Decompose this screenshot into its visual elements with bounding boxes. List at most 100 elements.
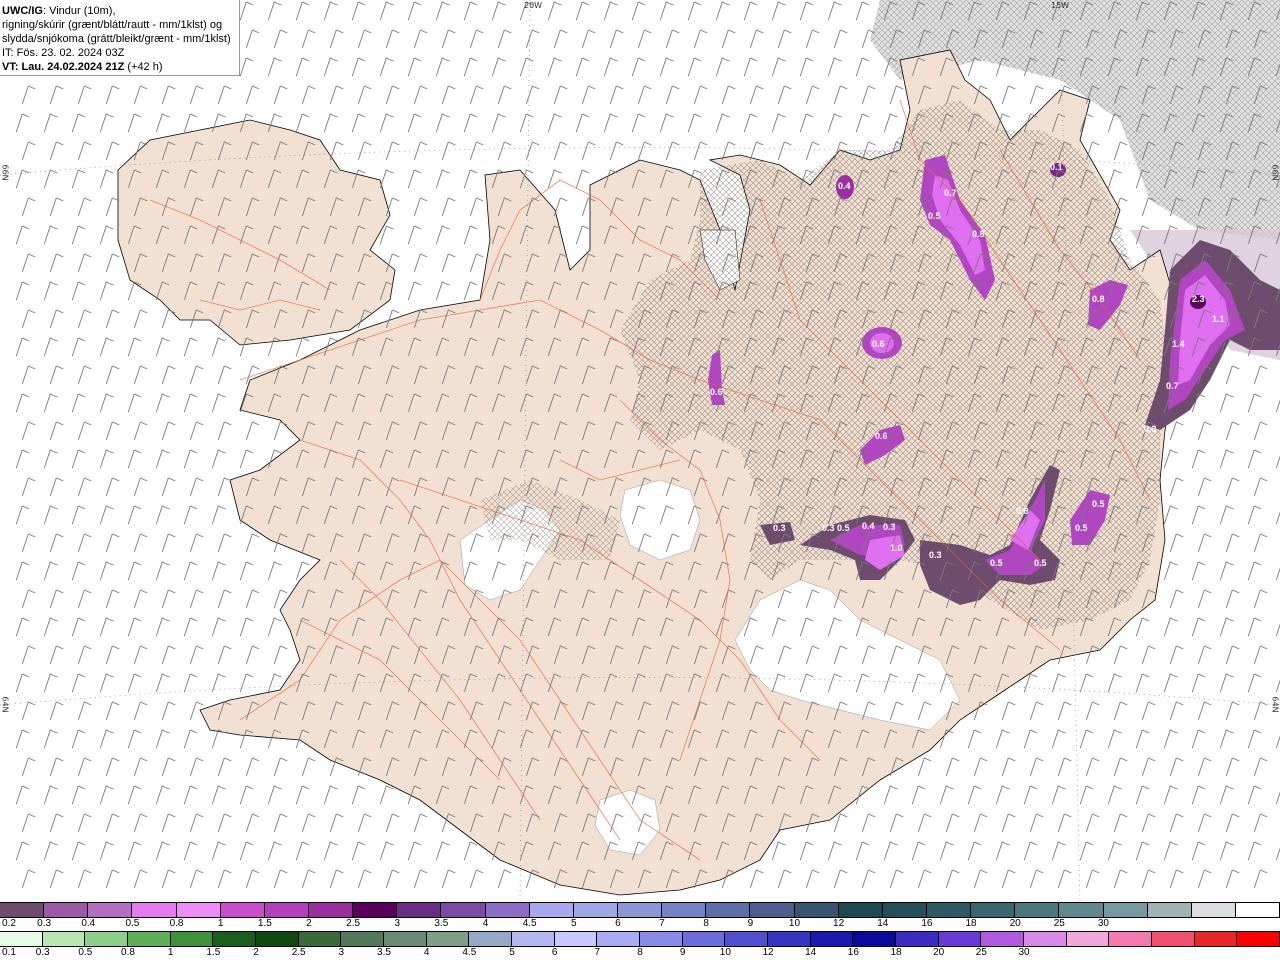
rain-scale-label: 0.5	[78, 947, 93, 958]
snow-scale-label: 8	[703, 918, 709, 929]
snow-scale-label: 0.3	[37, 918, 52, 929]
precip-label: 1.0	[890, 543, 903, 553]
snow-swatch	[573, 903, 618, 918]
precip-label: 0.7	[944, 188, 957, 198]
precip-label: 0.5	[990, 558, 1003, 568]
rain-scale-label: 30	[1018, 947, 1030, 958]
rain-scale-label: 10	[719, 947, 731, 958]
snow-swatch	[1147, 903, 1192, 918]
snow-swatch	[176, 903, 221, 918]
snow-scale-label: 25	[1053, 918, 1065, 929]
precip-label: 0.3	[773, 523, 786, 533]
rain-swatch	[938, 932, 982, 947]
snow-scale-label: 1.5	[257, 918, 272, 929]
longitude-label-20w: 20W	[524, 1, 543, 10]
rain-swatch	[725, 932, 769, 947]
snow-legend: 0.2 0.3 0.4 0.5 0.8 1 1.5 2 2.5 3 3.5 4 4.5 5 6 7 8 9 10 12…	[0, 902, 1280, 932]
snow-swatch	[441, 903, 486, 918]
rain-scale-label: 16	[847, 947, 859, 958]
snow-swatch	[529, 903, 574, 918]
rain-scale-label: 12	[762, 947, 774, 958]
rain-scale-label: 0.8	[121, 947, 135, 958]
rain-swatch	[341, 932, 385, 947]
rain-color-scale	[0, 932, 1280, 947]
precip-label: 2.3	[1192, 294, 1205, 304]
rain-scale-label: 2	[253, 947, 259, 958]
rain-swatch	[981, 932, 1025, 947]
snow-swatch	[0, 903, 45, 918]
rain-swatch	[384, 932, 427, 947]
snow-scale-label: 0.4	[81, 918, 96, 929]
rain-scale-label: 0.1	[2, 947, 16, 958]
rain-scale-label: 4	[423, 947, 430, 958]
precip-label: 0.4	[838, 181, 851, 191]
snow-scale-label: 3.5	[434, 918, 449, 929]
snow-swatch	[838, 903, 883, 918]
snow-scale-label: 10	[788, 918, 801, 929]
rain-swatch	[469, 932, 513, 947]
rain-swatch	[1237, 932, 1280, 947]
rain-swatch	[426, 932, 470, 947]
rain-swatch	[682, 932, 726, 947]
precip-label: 0.5	[928, 211, 941, 221]
rain-swatch	[554, 932, 598, 947]
rain-scale-label: 4.5	[462, 947, 477, 958]
map-title-box: UWC/IG: Vindur (10m), rigning/skúrir (gr…	[0, 0, 240, 76]
rain-scale-label: 20	[933, 947, 945, 958]
snow-swatch	[264, 903, 309, 918]
snow-swatch	[617, 903, 663, 918]
rain-swatch	[0, 932, 43, 947]
rain-scale-label: 1.5	[206, 947, 221, 958]
precip-label: 0.3	[883, 522, 896, 532]
rain-swatch	[170, 932, 214, 947]
latitude-label-66n-right: 66N	[1270, 164, 1280, 181]
rain-swatch	[768, 932, 811, 947]
snow-swatch	[220, 903, 265, 918]
snow-swatch	[353, 903, 398, 918]
rain-swatch	[640, 932, 683, 947]
snow-scale-label: 7	[659, 918, 665, 929]
latitude-label-66n-left: 66N	[0, 164, 10, 181]
precip-label: 0.3	[822, 523, 835, 533]
snow-swatch	[706, 903, 751, 918]
snow-swatch	[662, 903, 707, 918]
snow-swatch	[485, 903, 530, 918]
rain-swatch	[1066, 932, 1110, 947]
snow-scale-label: 16	[921, 918, 933, 929]
rain-swatch	[1194, 932, 1238, 947]
rain-swatch	[298, 932, 342, 947]
snow-swatch	[794, 903, 839, 918]
rain-scale-label: 5	[509, 947, 515, 958]
rain-scale-label: 2.5	[291, 947, 306, 958]
precip-label: 0.6	[710, 387, 723, 397]
snow-scale-label: 30	[1097, 918, 1109, 929]
precip-label: 0.5	[837, 523, 850, 533]
title-line-3: slydda/snjókoma (grátt/bleikt/grænt - mm…	[2, 33, 231, 45]
rain-swatch	[213, 932, 257, 947]
rain-scale-label: 8	[637, 947, 643, 958]
snow-scale-label: 0.2	[2, 918, 16, 929]
latitude-label-64n-right: 64N	[1270, 696, 1280, 713]
rain-scale-label: 25	[975, 947, 987, 958]
snow-scale-label: 14	[877, 918, 889, 929]
snow-swatch	[308, 903, 354, 918]
rain-scale-label: 9	[679, 947, 686, 958]
rain-swatch	[1152, 932, 1195, 947]
snow-scale-label: 12	[833, 918, 845, 929]
snow-scale-label: 18	[965, 918, 977, 929]
snow-scale-label: 20	[1009, 918, 1021, 929]
snow-swatch	[926, 903, 972, 918]
precip-label: 1.4	[1172, 339, 1185, 349]
rain-swatch	[896, 932, 939, 947]
rain-scale-label: 7	[594, 947, 601, 958]
snow-scale-labels: 0.2 0.3 0.4 0.5 0.8 1 1.5 2 2.5 3 3.5 4 4.5 5 6 7 8 9 10 12…	[0, 918, 1280, 932]
precip-label: 0.5	[1092, 499, 1105, 509]
snow-swatch	[1059, 903, 1104, 918]
snow-swatch	[88, 903, 133, 918]
snow-scale-label: 2	[306, 918, 312, 929]
rain-swatch	[810, 932, 854, 947]
rain-scale-label: 3	[338, 947, 345, 958]
precip-label: 0.4	[862, 521, 875, 531]
snow-scale-label: 1	[217, 918, 224, 929]
rain-scale-label: 3.5	[377, 947, 391, 958]
